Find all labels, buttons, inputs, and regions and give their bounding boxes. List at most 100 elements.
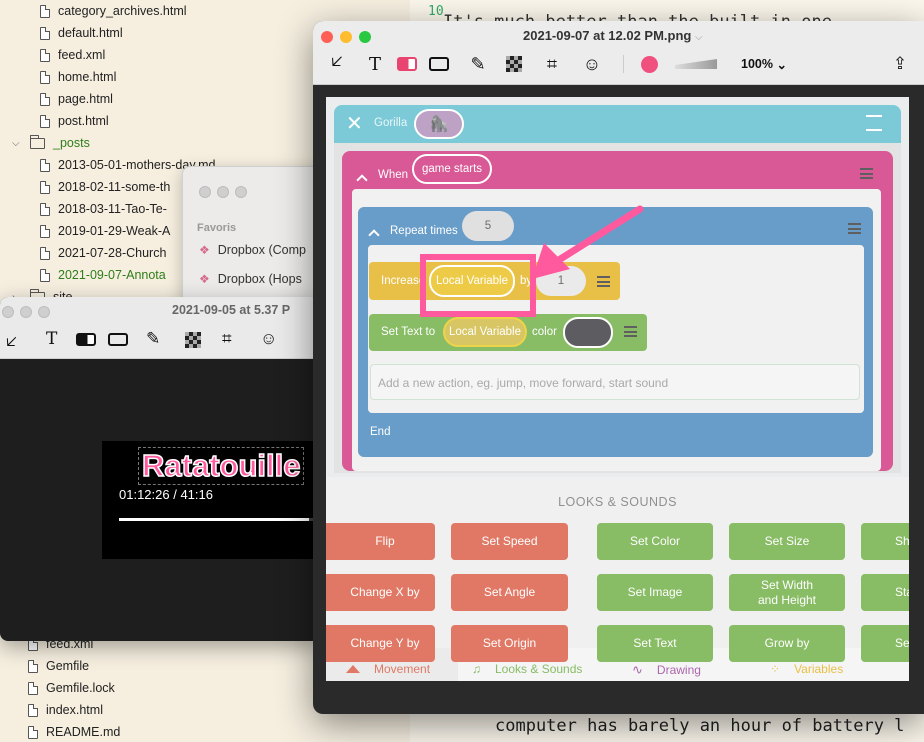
palette-button[interactable]: Grow by [729,625,845,662]
file-icon [40,70,50,84]
file-tree-item[interactable]: Gemfile.lock [28,677,115,699]
file-tree-item[interactable]: 2021-09-07-Annota [40,264,166,286]
tab-variables[interactable]: ⁘ Variables [770,662,843,676]
file-icon [28,659,38,673]
palette-button[interactable]: Set Image [597,574,713,611]
palette-button[interactable]: Set Origin [451,625,568,662]
text-icon[interactable]: T [46,329,57,349]
palette-button[interactable]: Change Y by [326,625,435,662]
palette-button[interactable]: Set Angle [451,574,568,611]
shape-icon[interactable] [108,333,128,346]
editor-bottom-text: computer has barely an hour of battery l [495,716,905,736]
block-menu-icon[interactable] [624,326,637,337]
stroke-icon[interactable] [675,59,717,69]
file-tree-item[interactable]: index.html [28,699,103,721]
zoom-button[interactable] [235,186,247,198]
mosaic-icon[interactable] [185,332,201,348]
minimize-button[interactable] [20,306,32,318]
palette-button[interactable]: Sh [861,523,909,560]
file-icon [40,92,50,106]
file-tree-item[interactable]: post.html [40,110,109,132]
close-button[interactable] [199,186,211,198]
add-action-input[interactable]: Add a new action, eg. jump, move forward… [370,364,860,400]
video-title-annotation: Ratatouille [138,447,305,485]
file-tree-item[interactable]: 2018-03-11-Tao-Te- [40,198,167,220]
color-icon[interactable] [641,56,658,73]
palette-button[interactable]: Set Text [597,625,713,662]
menu-icon[interactable] [866,115,882,131]
select-arrow-icon[interactable]: 🡧 [325,51,349,75]
dropbox-icon: ❖ [199,272,210,286]
highlight-icon[interactable] [397,57,417,71]
sidebar-item-dropbox-1[interactable]: ❖ Dropbox (Comp [199,243,306,257]
file-tree-item[interactable]: 2021-07-28-Church [40,242,166,264]
palette-button[interactable]: Star [861,574,909,611]
palette-button[interactable]: Flip [326,523,435,560]
file-icon [28,725,38,739]
crop-icon[interactable]: ⌗ [222,329,232,349]
file-tree-item[interactable]: README.md [28,721,120,742]
tab-drawing[interactable]: ∿ Drawing [632,662,701,678]
window-controls [199,185,253,203]
close-button[interactable] [2,306,14,318]
file-tree-item[interactable]: 2019-01-29-Weak-A [40,220,170,242]
repeat-label: Repeat times [390,225,458,237]
file-tree-item[interactable]: 2018-02-11-some-th [40,176,170,198]
local-variable-pill-2[interactable]: Local Variable [443,317,527,347]
shape-icon[interactable] [429,57,449,71]
title-bar: 2021-09-07 at 12.02 PM.png ⌵ 🡧 T ✎ ⌗ ☺ 1… [313,21,924,85]
chevron-down-icon[interactable]: ⌵ [12,138,26,149]
block-menu-icon[interactable] [860,168,873,179]
pen-icon[interactable]: ✎ [467,53,489,75]
gorilla-icon[interactable]: 🦍 [414,109,464,139]
emoji-icon[interactable]: ☺ [581,53,603,75]
palette-button[interactable]: Change X by [326,574,435,611]
set-text-label: Set Text to [381,326,436,338]
tab-movement[interactable]: Movement [346,662,430,676]
file-tree-item[interactable]: home.html [40,66,116,88]
text-icon[interactable]: T [365,53,385,75]
file-tree-item[interactable]: category_archives.html [40,0,187,22]
progress-bar[interactable] [119,518,319,521]
sidebar-item-dropbox-2[interactable]: ❖ Dropbox (Hops [199,272,302,286]
minimize-button[interactable] [340,31,352,43]
block-menu-icon[interactable] [848,223,861,234]
file-icon [40,114,50,128]
file-tree-item[interactable]: Gemfile [28,655,89,677]
title-chevron-icon: ⌵ [694,32,703,43]
window-controls [2,305,56,323]
file-tree-item[interactable]: ⌵ _posts [12,132,90,154]
palette-button[interactable]: Set Size [729,523,845,560]
zoom-button[interactable] [359,31,371,43]
color-swatch[interactable] [563,317,613,348]
zoom-button[interactable] [38,306,50,318]
event-pill[interactable]: game starts [412,154,492,184]
palette-button[interactable]: Set Speed [451,523,568,560]
crop-icon[interactable]: ⌗ [541,53,563,75]
palette-button[interactable]: Set Color [597,523,713,560]
mosaic-icon[interactable] [506,56,522,72]
emoji-icon[interactable]: ☺ [260,329,277,349]
file-tree-item[interactable]: feed.xml [40,44,105,66]
zoom-select[interactable]: 100% ⌄ [739,53,789,75]
folder-icon [30,134,45,149]
select-arrow-icon[interactable]: 🡧 [6,329,17,358]
minimize-button[interactable] [217,186,229,198]
palette-button[interactable]: Set Width and Height [729,574,845,611]
app-canvas: ✕ Gorilla 🦍 When game starts Repeat time… [326,97,909,681]
when-label: When [378,169,409,181]
file-icon [28,681,38,695]
file-tree-item[interactable]: page.html [40,88,113,110]
repeat-count-pill[interactable]: 5 [462,211,514,241]
palette-button[interactable]: Set I [861,625,909,662]
file-tree-item[interactable]: default.html [40,22,123,44]
arrow-annotation[interactable] [518,201,648,291]
share-icon[interactable]: ⇪ [889,53,911,75]
file-icon [40,246,50,260]
close-icon[interactable]: ✕ [346,111,363,136]
pen-icon[interactable]: ✎ [146,329,160,349]
highlight-icon[interactable] [76,333,96,346]
file-icon [40,268,50,282]
close-button[interactable] [321,31,333,43]
tab-looks-sounds[interactable]: ♫ Looks & Sounds [472,662,582,676]
